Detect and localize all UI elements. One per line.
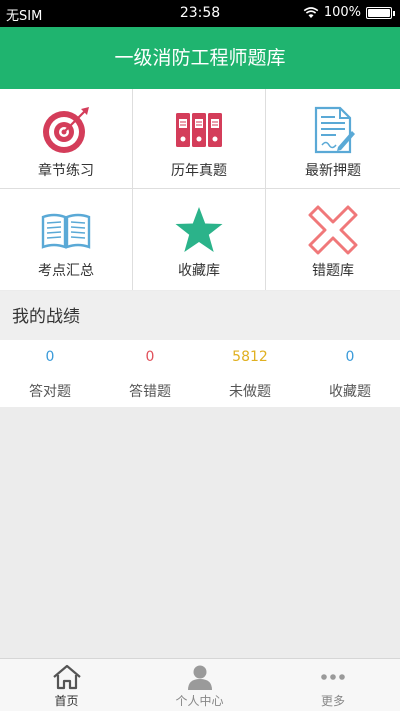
binders-icon bbox=[176, 113, 222, 147]
wifi-icon bbox=[303, 6, 319, 18]
menu-item-label: 错题库 bbox=[312, 263, 354, 279]
stat-undone[interactable]: 5812 未做题 bbox=[200, 340, 300, 407]
stat-label: 收藏题 bbox=[329, 384, 371, 400]
menu-item-favorites[interactable]: 收藏库 bbox=[133, 189, 266, 290]
menu-item-latest-predictions[interactable]: 最新押题 bbox=[266, 89, 400, 189]
status-bar: 无SIM 23:58 100% bbox=[0, 0, 400, 27]
menu-item-label: 最新押题 bbox=[305, 163, 361, 179]
stat-value: 0 bbox=[45, 349, 55, 365]
stat-value: 0 bbox=[345, 349, 355, 365]
menu-item-label: 收藏库 bbox=[178, 263, 220, 279]
open-book-icon bbox=[41, 213, 91, 249]
menu-item-chapter-practice[interactable]: 章节练习 bbox=[0, 89, 133, 189]
menu-item-label: 考点汇总 bbox=[38, 263, 94, 279]
home-icon bbox=[52, 664, 81, 690]
stat-label: 答对题 bbox=[29, 384, 71, 400]
menu-item-key-points[interactable]: 考点汇总 bbox=[0, 189, 133, 290]
tab-label: 首页 bbox=[54, 694, 79, 708]
stat-correct[interactable]: 0 答对题 bbox=[0, 340, 100, 407]
menu-grid: 章节练习 历年真题 最新押题 考点汇总 收藏库 错题库 bbox=[0, 89, 400, 290]
section-title-my-record: 我的战绩 bbox=[0, 291, 400, 340]
menu-item-wrong-answers[interactable]: 错题库 bbox=[266, 189, 400, 290]
tab-label: 更多 bbox=[320, 694, 345, 708]
menu-item-past-exams[interactable]: 历年真题 bbox=[133, 89, 266, 189]
battery-percent: 100% bbox=[323, 5, 361, 20]
more-dots-icon bbox=[321, 674, 345, 680]
stat-wrong[interactable]: 0 答错题 bbox=[100, 340, 200, 407]
star-icon bbox=[175, 207, 223, 252]
document-edit-icon bbox=[314, 106, 355, 154]
stats-panel: 0 答对题 0 答错题 5812 未做题 0 收藏题 bbox=[0, 340, 400, 407]
menu-item-label: 历年真题 bbox=[171, 163, 227, 179]
status-right: 100% bbox=[303, 5, 395, 20]
stat-value: 0 bbox=[145, 349, 155, 365]
menu-item-label: 章节练习 bbox=[38, 163, 94, 179]
stat-label: 答错题 bbox=[129, 384, 171, 400]
app-header: 一级消防工程师题库 bbox=[0, 27, 400, 89]
tab-home[interactable]: 首页 bbox=[0, 659, 133, 711]
page-title: 一级消防工程师题库 bbox=[114, 47, 286, 69]
target-icon bbox=[43, 107, 89, 153]
stat-favorited[interactable]: 0 收藏题 bbox=[300, 340, 400, 407]
battery-icon bbox=[366, 6, 395, 19]
cross-icon bbox=[308, 205, 358, 255]
stat-label: 未做题 bbox=[229, 384, 271, 400]
bottom-tab-bar: 首页 个人中心 更多 bbox=[0, 658, 400, 711]
stat-value: 5812 bbox=[232, 349, 268, 365]
tab-label: 个人中心 bbox=[175, 694, 224, 708]
tab-more[interactable]: 更多 bbox=[266, 659, 400, 711]
person-icon bbox=[187, 665, 212, 690]
tab-personal-center[interactable]: 个人中心 bbox=[133, 659, 266, 711]
